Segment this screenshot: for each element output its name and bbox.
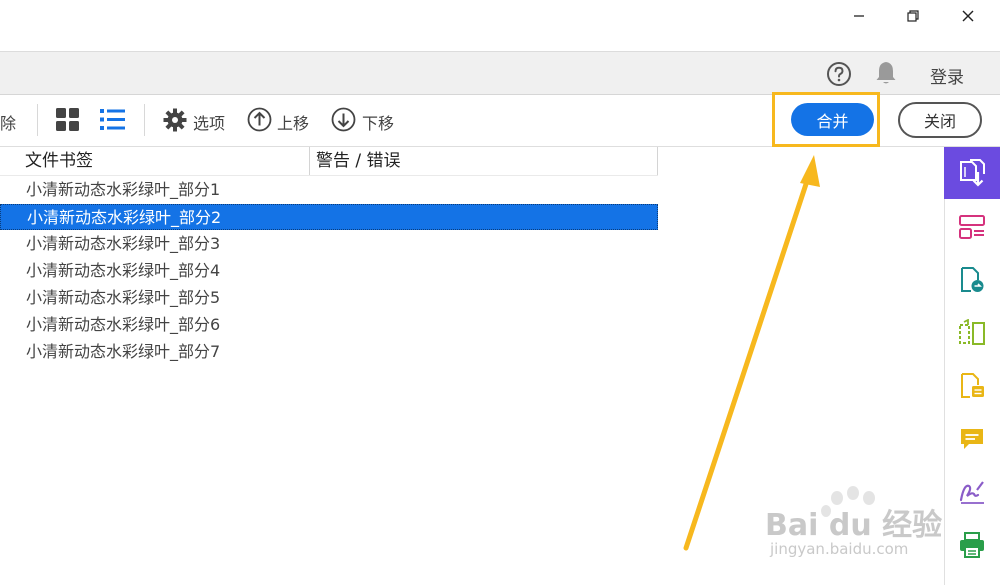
- toolbar-divider: [37, 104, 38, 136]
- minimize-icon: [854, 15, 864, 17]
- close-button[interactable]: 关闭: [898, 102, 982, 138]
- watermark-text: Bai du 经验: [765, 508, 943, 543]
- edit-pdf-icon: [961, 373, 984, 398]
- arrow-down-circle-icon[interactable]: [331, 107, 356, 136]
- remove-button-truncated[interactable]: 除: [0, 110, 16, 134]
- list-view-icon[interactable]: [100, 108, 125, 135]
- move-up-button[interactable]: 上移: [277, 110, 309, 134]
- merge-button[interactable]: 合并: [791, 103, 874, 136]
- sidebar-item-print[interactable]: [944, 519, 1000, 571]
- column-header-bookmark[interactable]: 文件书签: [19, 147, 310, 175]
- table-row[interactable]: 小清新动态水彩绿叶_部分7: [0, 339, 658, 365]
- combine-files-icon: [960, 159, 985, 187]
- arrow-up-circle-icon[interactable]: [247, 107, 272, 136]
- watermark-url: jingyan.baidu.com: [770, 540, 909, 558]
- sidebar-item-edit[interactable]: [944, 360, 1000, 412]
- fill-sign-icon: [959, 481, 984, 504]
- sidebar-item-organize[interactable]: [944, 201, 1000, 253]
- grid-view-icon[interactable]: [56, 108, 79, 135]
- options-button[interactable]: 选项: [193, 110, 225, 134]
- table-row[interactable]: 小清新动态水彩绿叶_部分4: [0, 258, 658, 284]
- bell-icon[interactable]: [875, 60, 897, 90]
- restore-icon: [907, 10, 919, 22]
- sidebar-item-comment[interactable]: [944, 413, 1000, 465]
- table-row[interactable]: 小清新动态水彩绿叶_部分1: [0, 177, 658, 203]
- toolbar-divider: [144, 104, 145, 136]
- help-circle-icon[interactable]: [826, 61, 852, 91]
- export-pdf-icon: [961, 267, 984, 292]
- minimize-button[interactable]: [836, 0, 882, 32]
- gear-icon[interactable]: [163, 108, 187, 136]
- organize-pages-icon: [959, 215, 985, 239]
- table-row-selected[interactable]: 小清新动态水彩绿叶_部分2: [0, 204, 658, 230]
- close-icon: [962, 10, 974, 22]
- restore-button[interactable]: [890, 0, 936, 32]
- table-row[interactable]: 小清新动态水彩绿叶_部分3: [0, 231, 658, 257]
- header-divider: [0, 175, 658, 176]
- column-header-warnings[interactable]: 警告 / 错误: [310, 147, 658, 175]
- window-close-button[interactable]: [945, 0, 991, 32]
- sidebar-item-export[interactable]: [944, 254, 1000, 306]
- comment-icon: [961, 429, 983, 449]
- move-down-button[interactable]: 下移: [362, 110, 394, 134]
- sidebar-item-sign[interactable]: [944, 466, 1000, 518]
- login-link[interactable]: 登录: [930, 63, 964, 88]
- table-row[interactable]: 小清新动态水彩绿叶_部分5: [0, 285, 658, 311]
- compress-pages-icon: [959, 319, 985, 345]
- sidebar-item-combine[interactable]: [944, 147, 1000, 199]
- sidebar-item-compress[interactable]: [944, 307, 1000, 359]
- print-production-icon: [960, 532, 984, 558]
- table-row[interactable]: 小清新动态水彩绿叶_部分6: [0, 312, 658, 338]
